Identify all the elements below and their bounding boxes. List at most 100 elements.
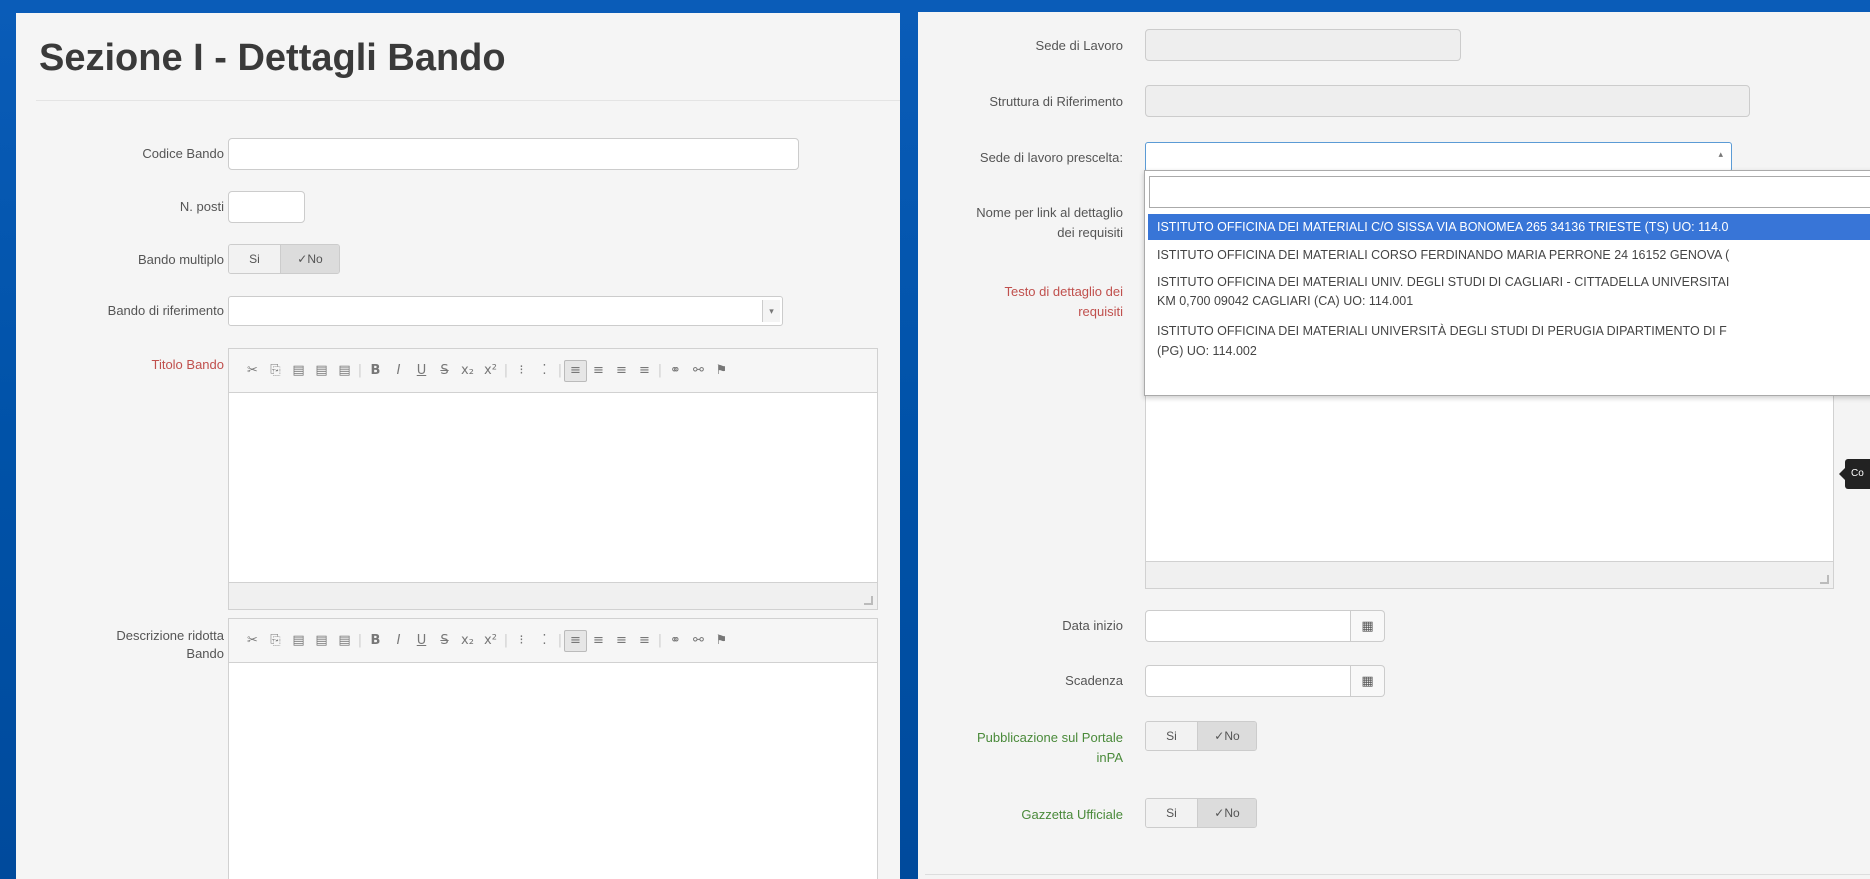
copy-icon[interactable]: ⎘ [264,633,287,648]
flag-icon[interactable]: ⚑ [710,363,733,378]
left-panel: Sezione I - Dettagli Bando Codice Bando … [16,13,900,879]
gazzetta-si[interactable]: Si [1146,799,1198,827]
chevron-up-icon: ▴ [1718,149,1723,159]
bando-multiplo-label: Bando multiplo [138,252,224,267]
calendar-icon[interactable]: ▦ [1351,665,1385,697]
descrizione-label-2: Bando [186,646,224,661]
align-right-icon[interactable]: ≡ [610,633,633,648]
n-posti-input[interactable] [228,191,305,223]
bando-riferimento-label: Bando di riferimento [107,303,224,318]
editor-area[interactable] [229,394,877,582]
paste-text-icon[interactable]: ▤ [310,633,333,648]
paste-word-icon[interactable]: ▤ [333,363,356,378]
gazzetta-toggle[interactable]: Si ✓No [1145,798,1257,828]
bando-multiplo-si[interactable]: Si [229,245,281,273]
align-center-icon[interactable]: ≡ [587,633,610,648]
superscript-icon[interactable]: x² [479,633,502,648]
paste-text-icon[interactable]: ▤ [310,363,333,378]
subscript-icon[interactable]: x₂ [456,363,479,378]
copy-icon[interactable]: ⎘ [264,363,287,378]
data-inizio-input[interactable] [1145,610,1351,642]
titolo-bando-label: Titolo Bando [151,357,224,372]
editor-area[interactable] [229,664,877,879]
numbered-list-icon[interactable]: ⁝ [510,363,533,378]
italic-icon[interactable]: I [387,363,410,378]
dropdown-option-cagliari-2[interactable]: KM 0,700 09042 CAGLIARI (CA) UO: 114.001 [1148,291,1870,311]
pubblicazione-no[interactable]: ✓No [1198,722,1256,750]
link-icon[interactable]: ⚭ [664,633,687,648]
bando-multiplo-no[interactable]: ✓No [281,245,339,273]
dropdown-option-trieste[interactable]: ISTITUTO OFFICINA DEI MATERIALI C/O SISS… [1148,214,1870,240]
unlink-icon[interactable]: ⚯ [687,363,710,378]
dropdown-option-cagliari-1[interactable]: ISTITUTO OFFICINA DEI MATERIALI UNIV. DE… [1148,272,1870,292]
testo-dettaglio-label-1: Testo di dettaglio dei [1004,284,1123,299]
align-left-icon[interactable]: ≡ [564,359,587,382]
link-icon[interactable]: ⚭ [664,363,687,378]
editor-footer [229,582,877,609]
codice-bando-label: Codice Bando [142,146,224,161]
bando-multiplo-toggle[interactable]: Si ✓No [228,244,340,274]
pubblicazione-toggle[interactable]: Si ✓No [1145,721,1257,751]
nome-link-label-2: dei requisiti [1057,225,1123,240]
descrizione-editor[interactable]: ✂ ⎘ ▤ ▤ ▤ | B I U S x₂ x² | ⁝ ⁚ | ≡ ≡ ≡ … [228,618,878,879]
bold-icon[interactable]: B [364,633,387,648]
pubblicazione-label-2: inPA [1096,750,1124,765]
italic-icon[interactable]: I [387,633,410,648]
nome-link-label-1: Nome per link al dettaglio [976,205,1123,220]
dropdown-search-input[interactable] [1149,176,1870,208]
page-title: Sezione I - Dettagli Bando [39,37,506,79]
sede-lavoro-label: Sede di Lavoro [1035,38,1123,53]
align-center-icon[interactable]: ≡ [587,363,610,378]
sede-prescelta-label: Sede di lavoro prescelta: [979,150,1123,165]
strikethrough-icon[interactable]: S [433,363,456,378]
bullet-list-icon[interactable]: ⁚ [533,363,556,378]
subscript-icon[interactable]: x₂ [456,633,479,648]
align-right-icon[interactable]: ≡ [610,363,633,378]
align-left-icon[interactable]: ≡ [564,629,587,652]
scadenza-label: Scadenza [1065,673,1123,688]
testo-dettaglio-label-2: requisiti [1078,304,1123,319]
superscript-icon[interactable]: x² [479,363,502,378]
paste-icon[interactable]: ▤ [287,633,310,648]
bando-riferimento-select[interactable]: ▾ [228,296,783,326]
flag-icon[interactable]: ⚑ [710,633,733,648]
dropdown-option-perugia-1[interactable]: ISTITUTO OFFICINA DEI MATERIALI UNIVERSI… [1148,321,1870,341]
sede-prescelta-select[interactable]: ▴ [1145,142,1732,172]
struttura-label: Struttura di Riferimento [989,94,1123,109]
tooltip: Co [1839,459,1870,489]
sede-lavoro-input [1145,29,1461,61]
cut-icon[interactable]: ✂ [241,633,264,648]
pubblicazione-si[interactable]: Si [1146,722,1198,750]
codice-bando-input[interactable] [228,138,799,170]
unlink-icon[interactable]: ⚯ [687,633,710,648]
scadenza-input[interactable] [1145,665,1351,697]
editor-toolbar: ✂ ⎘ ▤ ▤ ▤ | B I U S x₂ x² | ⁝ ⁚ | ≡ ≡ ≡ … [229,349,877,393]
resize-grip-icon[interactable] [864,596,873,605]
struttura-input [1145,85,1750,117]
n-posti-label: N. posti [179,199,224,214]
numbered-list-icon[interactable]: ⁝ [510,633,533,648]
data-inizio-label: Data inizio [1062,618,1123,633]
pubblicazione-label-1: Pubblicazione sul Portale [977,730,1123,745]
dropdown-option-genova[interactable]: ISTITUTO OFFICINA DEI MATERIALI CORSO FE… [1148,243,1870,267]
calendar-icon[interactable]: ▦ [1351,610,1385,642]
strikethrough-icon[interactable]: S [433,633,456,648]
bold-icon[interactable]: B [364,363,387,378]
gazzetta-no[interactable]: ✓No [1198,799,1256,827]
editor-footer [1146,561,1833,588]
chevron-down-icon: ▾ [762,300,780,322]
dropdown-option-perugia-2[interactable]: (PG) UO: 114.002 [1148,341,1870,361]
justify-icon[interactable]: ≡ [633,363,656,378]
bullet-list-icon[interactable]: ⁚ [533,633,556,648]
gazzetta-label: Gazzetta Ufficiale [1021,807,1123,822]
divider [925,874,1870,875]
underline-icon[interactable]: U [410,633,433,648]
justify-icon[interactable]: ≡ [633,633,656,648]
paste-icon[interactable]: ▤ [287,363,310,378]
titolo-bando-editor[interactable]: ✂ ⎘ ▤ ▤ ▤ | B I U S x₂ x² | ⁝ ⁚ | ≡ ≡ ≡ … [228,348,878,610]
cut-icon[interactable]: ✂ [241,363,264,378]
underline-icon[interactable]: U [410,363,433,378]
divider [36,100,900,101]
resize-grip-icon[interactable] [1820,575,1829,584]
paste-word-icon[interactable]: ▤ [333,633,356,648]
